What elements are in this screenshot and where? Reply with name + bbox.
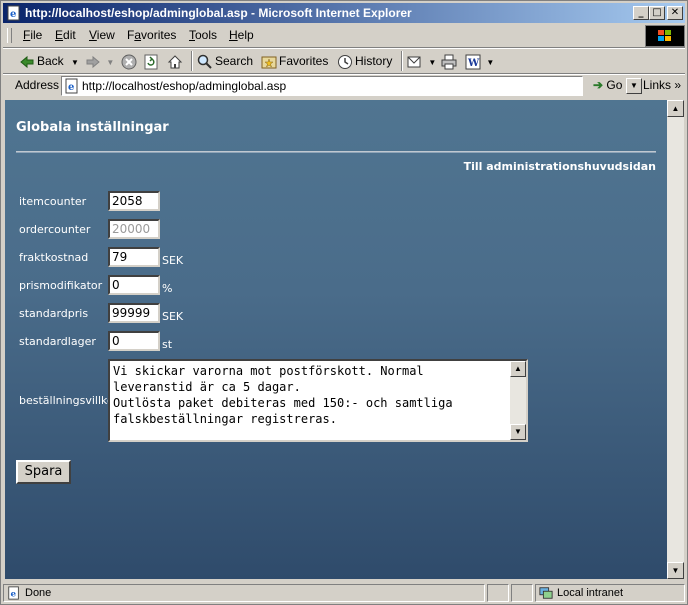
window-title: http://localhost/eshop/adminglobal.asp -… — [25, 6, 412, 20]
toolbar-separator — [401, 51, 403, 71]
itemcounter-label: itemcounter — [19, 195, 87, 208]
address-dropdown-button[interactable]: ▼ — [626, 78, 642, 94]
mail-button[interactable]: ▼ — [407, 51, 436, 71]
svg-text:e: e — [11, 590, 17, 600]
history-icon — [338, 54, 352, 69]
print-icon — [441, 54, 457, 70]
windows-flag-icon — [658, 30, 671, 41]
toolbar-separator — [191, 51, 193, 71]
scroll-down-button[interactable]: ▼ — [510, 424, 526, 440]
edit-dropdown-icon[interactable]: ▼ — [486, 58, 494, 67]
mail-dropdown-icon[interactable]: ▼ — [428, 58, 436, 67]
refresh-button[interactable] — [143, 51, 161, 71]
ordercounter-input: 20000 — [108, 219, 160, 239]
print-button[interactable] — [441, 51, 459, 71]
address-input[interactable]: e http://localhost/eshop/adminglobal.asp… — [61, 76, 642, 96]
menu-favorites[interactable]: Favorites — [127, 28, 176, 42]
intranet-icon — [539, 587, 553, 599]
back-button[interactable]: Back ▼ — [19, 51, 79, 71]
ordercounter-label: ordercounter — [19, 223, 91, 236]
links-button[interactable]: Links » — [643, 78, 681, 92]
menu-tools[interactable]: Tools — [189, 28, 217, 42]
mail-icon — [407, 56, 421, 68]
page-scroll-down-button[interactable]: ▼ — [667, 562, 684, 579]
word-edit-icon: W — [465, 54, 481, 70]
standardpris-label: standardpris — [19, 307, 89, 320]
prismodifikator-label: prismodifikator — [19, 279, 103, 292]
forward-dropdown-icon[interactable]: ▼ — [106, 58, 114, 67]
prismodifikator-input[interactable]: 0 — [108, 275, 160, 295]
go-button[interactable]: ➔ Go — [593, 78, 622, 92]
standard-toolbar: Back ▼ ▼ Search Favorites History ▼ W ▼ — [3, 49, 685, 73]
menu-bar: File Edit View Favorites Tools Help — [3, 25, 643, 45]
favorites-button[interactable]: Favorites — [261, 51, 328, 71]
page-scroll-up-button[interactable]: ▲ — [667, 100, 684, 117]
terms-text: Vi skickar varorna mot postförskott. Nor… — [113, 364, 453, 426]
ie-page-icon: e — [65, 78, 78, 94]
history-button[interactable]: History — [337, 51, 392, 71]
prismodifikator-unit: % — [162, 282, 173, 295]
standardpris-unit: SEK — [162, 310, 184, 323]
menu-help[interactable]: Help — [229, 28, 254, 42]
links-chevron-icon: » — [674, 78, 682, 92]
search-icon — [197, 54, 212, 69]
fraktkostnad-label: fraktkostnad — [19, 251, 89, 264]
title-divider — [16, 151, 656, 153]
windows-logo — [645, 25, 685, 47]
status-bar: e Done Local intranet — [3, 583, 685, 603]
fraktkostnad-unit: SEK — [162, 254, 184, 267]
go-arrow-icon: ➔ — [593, 78, 604, 92]
refresh-icon — [144, 54, 158, 70]
standardlager-label: standardlager — [19, 335, 96, 348]
done-page-icon: e — [8, 586, 19, 600]
svg-text:W: W — [467, 58, 480, 69]
terms-scrollbar[interactable]: ▲ ▼ — [510, 361, 526, 440]
back-dropdown-icon[interactable]: ▼ — [71, 58, 79, 67]
browser-window: e http://localhost/eshop/adminglobal.asp… — [0, 0, 688, 605]
status-cell-blank — [511, 584, 533, 602]
back-arrow-icon — [20, 55, 34, 68]
content-viewport: Globala inställningar Till administratio… — [5, 100, 667, 579]
menu-view[interactable]: View — [89, 28, 115, 42]
status-text-cell: e Done — [3, 584, 485, 602]
page-title: Globala inställningar — [16, 120, 169, 135]
admin-home-link[interactable]: Till administrationshuvudsidan — [464, 160, 656, 173]
home-icon — [167, 55, 183, 69]
ie-page-icon: e — [7, 5, 20, 21]
page-scrollbar[interactable]: ▲ ▼ — [667, 100, 684, 579]
status-text: Done — [25, 587, 52, 599]
standardlager-input[interactable]: 0 — [108, 331, 160, 351]
menu-edit[interactable]: Edit — [55, 28, 76, 42]
home-button[interactable] — [167, 51, 185, 71]
save-button[interactable]: Spara — [16, 460, 71, 484]
toolbar-grip[interactable] — [7, 28, 12, 43]
stop-icon — [121, 54, 137, 70]
security-zone-cell: Local intranet — [535, 584, 685, 602]
maximize-button[interactable]: □ — [649, 6, 665, 20]
favorites-star-icon — [261, 56, 277, 69]
terms-label: beställningsvillkor — [19, 394, 119, 407]
terms-textarea[interactable]: Vi skickar varorna mot postförskott. Nor… — [108, 359, 528, 442]
standardpris-input[interactable]: 99999 — [108, 303, 160, 323]
address-label: Address — [15, 78, 60, 92]
status-cell-blank — [487, 584, 509, 602]
svg-text:e: e — [68, 82, 74, 93]
address-bar: Address e http://localhost/eshop/admingl… — [3, 75, 685, 97]
fraktkostnad-input[interactable]: 79 — [108, 247, 160, 267]
menu-file[interactable]: File — [23, 28, 42, 42]
itemcounter-input[interactable]: 2058 — [108, 191, 160, 211]
title-bar[interactable]: e http://localhost/eshop/adminglobal.asp… — [3, 3, 685, 23]
search-button[interactable]: Search — [197, 51, 253, 71]
scroll-up-button[interactable]: ▲ — [510, 361, 526, 377]
close-button[interactable]: ✕ — [667, 6, 683, 20]
forward-button[interactable]: ▼ — [85, 51, 114, 71]
forward-arrow-icon — [86, 55, 100, 68]
edit-button[interactable]: W ▼ — [465, 51, 494, 71]
standardlager-unit: st — [162, 338, 173, 351]
minimize-button[interactable]: _ — [633, 6, 649, 20]
stop-button[interactable] — [121, 51, 139, 71]
security-zone-text: Local intranet — [557, 587, 624, 599]
address-url: http://localhost/eshop/adminglobal.asp — [82, 79, 287, 93]
svg-text:e: e — [10, 9, 16, 20]
